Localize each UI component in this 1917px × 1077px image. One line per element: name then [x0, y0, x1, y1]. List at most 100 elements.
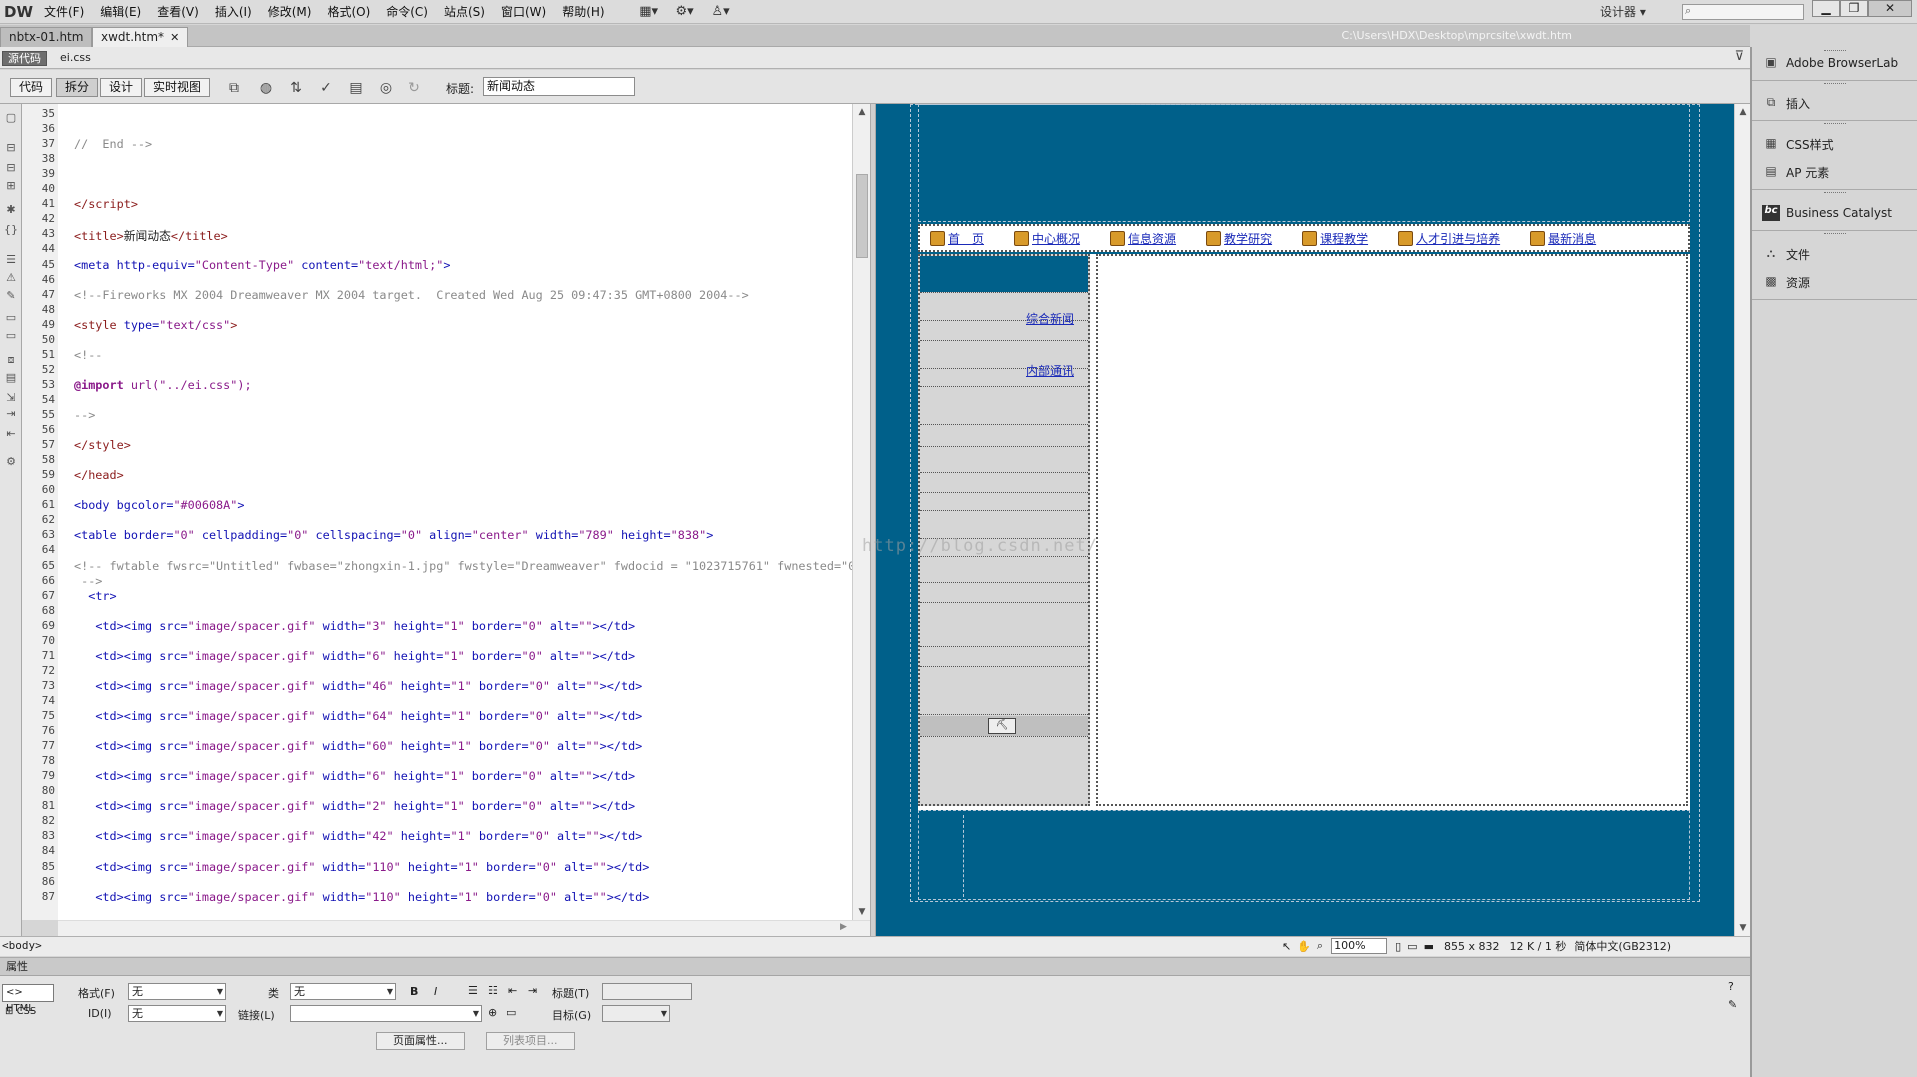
site-icon[interactable]: ♙▾ [707, 3, 735, 21]
search-input[interactable]: ⌕ [1682, 4, 1804, 20]
menu-item-2[interactable]: 查看(V) [149, 0, 207, 24]
recent-snippets-icon[interactable]: ▤ [3, 370, 19, 386]
nav-link[interactable]: 人才引进与培养 [1416, 230, 1500, 247]
code-view-button[interactable]: 代码 [10, 78, 53, 97]
highlight-invalid-icon[interactable]: ⚠ [3, 270, 19, 286]
properties-header[interactable]: 属性 [0, 958, 1750, 976]
code-line[interactable]: <!--Fireworks MX 2004 Dreamweaver MX 200… [74, 288, 749, 302]
code-line[interactable]: <td><img src="image/spacer.gif" width="6… [74, 649, 635, 663]
panel-ap-elements[interactable]: ▤ AP 元素 [1752, 160, 1917, 184]
ordered-list-icon[interactable]: ☷ [488, 984, 498, 997]
line-numbers-icon[interactable]: ☰ [3, 252, 19, 268]
select-tool-icon[interactable]: ↖ [1282, 940, 1291, 953]
menu-item-5[interactable]: 格式(O) [319, 0, 378, 24]
code-line[interactable]: </style> [74, 438, 131, 452]
nav-link[interactable]: 中心概况 [1032, 230, 1080, 247]
tab-nbtx[interactable]: nbtx-01.htm [0, 27, 93, 47]
tablet-size-icon[interactable]: ▭ [1407, 940, 1417, 953]
code-line[interactable]: <body bgcolor="#00608A"> [74, 498, 244, 512]
tag-body[interactable]: <body> [2, 939, 42, 952]
nav-link[interactable]: 课程教学 [1320, 230, 1368, 247]
code-line[interactable]: <td><img src="image/spacer.gif" width="4… [74, 829, 642, 843]
panel-grip[interactable] [1824, 83, 1846, 85]
design-main-cell[interactable] [1096, 254, 1688, 806]
scroll-down-icon[interactable]: ▼ [856, 906, 868, 918]
check-browser-icon[interactable]: ✓ [314, 78, 338, 98]
design-vertical-scrollbar[interactable]: ▲ ▼ [1734, 104, 1750, 936]
design-view-button[interactable]: 设计 [100, 78, 143, 97]
title-prop-input[interactable] [602, 983, 692, 1000]
collapse-selection-icon[interactable]: ⊟ [3, 160, 19, 176]
format-select[interactable]: 无 ▼ [128, 983, 226, 1000]
code-line[interactable]: <td><img src="image/spacer.gif" width="1… [74, 860, 649, 874]
nav-item-3[interactable]: 教学研究 [1206, 230, 1272, 247]
panel-business-catalyst[interactable]: bc Business Catalyst [1752, 201, 1917, 225]
tab-xwdt[interactable]: xwdt.htm* ✕ [92, 27, 189, 47]
nav-item-2[interactable]: 信息资源 [1110, 230, 1176, 247]
close-button[interactable]: ✕ [1868, 0, 1912, 17]
nav-link[interactable]: 信息资源 [1128, 230, 1176, 247]
code-line[interactable]: --> [74, 574, 102, 588]
close-tab-icon[interactable]: ✕ [170, 31, 179, 44]
code-line[interactable]: </script> [74, 197, 138, 211]
side-link-internal[interactable]: 内部通讯 [1026, 362, 1074, 379]
multiscreen-icon[interactable]: ⧉ [222, 78, 246, 98]
layout-icon[interactable]: ▦▾ [635, 3, 663, 21]
panel-files[interactable]: ⛬ 文件 [1752, 242, 1917, 266]
link-input[interactable]: ▼ [290, 1005, 482, 1022]
nav-item-4[interactable]: 课程教学 [1302, 230, 1368, 247]
scroll-up-icon[interactable]: ▲ [856, 106, 868, 118]
related-file-ei-css[interactable]: ei.css [60, 50, 91, 66]
code-line[interactable]: <title>新闻动态</title> [74, 227, 228, 244]
scroll-down-icon[interactable]: ▼ [1737, 922, 1749, 934]
menu-item-4[interactable]: 修改(M) [260, 0, 320, 24]
class-select[interactable]: 无 ▼ [290, 983, 396, 1000]
panel-grip[interactable] [1824, 192, 1846, 194]
code-vertical-scrollbar[interactable]: ▲ ▼ [852, 104, 870, 920]
image-placeholder-icon[interactable]: ⛏ [988, 718, 1016, 734]
select-parent-icon[interactable]: ✱ [3, 202, 19, 218]
code-line[interactable]: --> [74, 408, 95, 422]
quick-tag-editor-icon[interactable]: ✎ [1728, 998, 1737, 1011]
preview-browser-icon[interactable]: ◍ [254, 78, 278, 98]
split-view-button[interactable]: 拆分 [56, 78, 99, 97]
remove-comment-icon[interactable]: ▭ [3, 328, 19, 344]
collapse-tag-icon[interactable]: ⊟ [3, 140, 19, 156]
target-select[interactable]: ▼ [602, 1005, 670, 1022]
nav-item-6[interactable]: 最新消息 [1530, 230, 1596, 247]
file-management-icon[interactable]: ⇅ [284, 78, 308, 98]
scroll-thumb[interactable] [856, 174, 868, 258]
gear-icon[interactable]: ⚙▾ [671, 3, 699, 21]
balance-braces-icon[interactable]: {} [3, 222, 19, 238]
code-line[interactable]: <!-- fwtable fwsrc="Untitled" fwbase="zh… [74, 559, 858, 573]
format-source-icon[interactable]: ⚙ [3, 454, 19, 470]
panel-grip[interactable] [1824, 233, 1846, 235]
syntax-coloring-icon[interactable]: ✎ [3, 288, 19, 304]
point-to-file-icon[interactable]: ⊕ [488, 1006, 497, 1019]
scroll-right-icon[interactable]: ▶ [840, 922, 847, 932]
live-view-button[interactable]: 实时视图 [144, 78, 211, 97]
menu-item-9[interactable]: 帮助(H) [554, 0, 612, 24]
side-link-news[interactable]: 综合新闻 [1026, 310, 1074, 327]
code-horizontal-scrollbar[interactable]: ▶ [58, 920, 870, 936]
zoom-select[interactable]: 100% [1331, 938, 1388, 954]
code-editor[interactable]: // End --> </script> <title>新闻动态</title> <m… [58, 104, 858, 920]
code-line[interactable]: <td><img src="image/spacer.gif" width="6… [74, 739, 642, 753]
outdent-icon[interactable]: ⇤ [508, 984, 517, 997]
apply-comment-icon[interactable]: ▭ [3, 310, 19, 326]
code-line[interactable]: <table border="0" cellpadding="0" cellsp… [74, 528, 713, 542]
code-line[interactable]: @import url("../ei.css"); [74, 378, 252, 392]
unordered-list-icon[interactable]: ☰ [468, 984, 478, 997]
nav-link[interactable]: 最新消息 [1548, 230, 1596, 247]
code-line[interactable]: <td><img src="image/spacer.gif" width="6… [74, 709, 642, 723]
workspace-switcher[interactable]: 设计器 ▾ [1600, 2, 1646, 22]
panel-css-styles[interactable]: ▦ CSS样式 [1752, 132, 1917, 156]
menu-item-8[interactable]: 窗口(W) [493, 0, 554, 24]
menu-item-3[interactable]: 插入(I) [207, 0, 260, 24]
code-line[interactable]: <td><img src="image/spacer.gif" width="2… [74, 799, 635, 813]
visual-aids-icon[interactable]: ▤ [344, 78, 368, 98]
move-css-icon[interactable]: ⇲ [3, 390, 19, 406]
code-line[interactable]: <td><img src="image/spacer.gif" width="1… [74, 890, 649, 904]
refresh-icon[interactable]: ↻ [402, 78, 426, 98]
italic-button[interactable]: I [434, 985, 437, 998]
